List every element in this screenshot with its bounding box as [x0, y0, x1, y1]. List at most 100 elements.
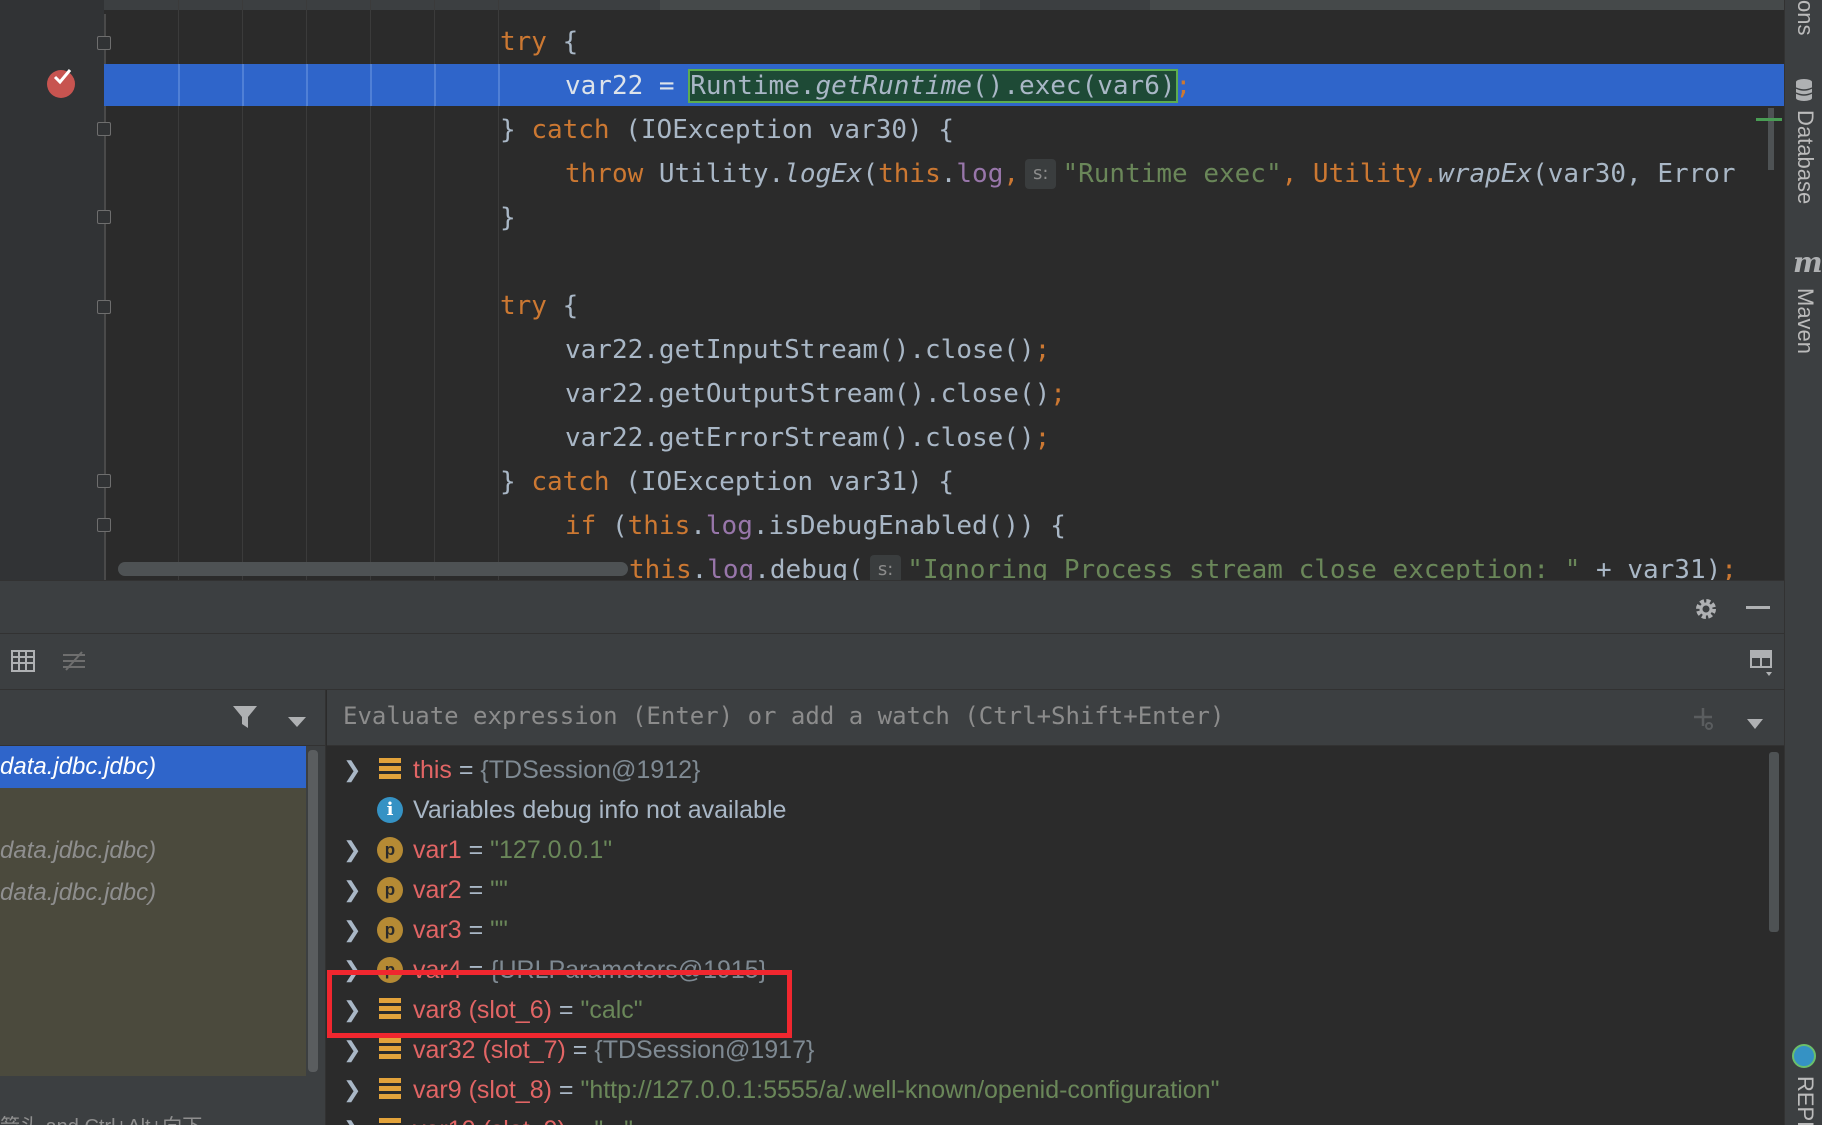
code-text: . — [690, 511, 706, 541]
fold-marker-icon[interactable] — [97, 300, 111, 314]
error-stripe-marker[interactable] — [1756, 118, 1782, 121]
code-text: } — [500, 203, 516, 233]
database-icon[interactable] — [1794, 78, 1814, 102]
frame-item[interactable]: data.jdbc.jdbc) — [0, 830, 306, 872]
code-text: { — [546, 27, 579, 57]
threads-view-icon[interactable] — [60, 648, 88, 674]
frames-scrollbar[interactable] — [306, 746, 322, 1076]
frame-item[interactable]: data.jdbc.jdbc) — [0, 872, 306, 914]
field-icon — [379, 758, 401, 780]
code-line[interactable]: var22.getErrorStream().close(); — [565, 416, 1050, 460]
string-literal: "Runtime exec" — [1062, 159, 1282, 189]
repl-tool-button[interactable]: REPL — [1792, 1076, 1818, 1125]
code-text: ().exec(var6) — [972, 71, 1176, 101]
add-watch-icon[interactable] — [1691, 706, 1715, 730]
field-icon — [379, 1078, 401, 1100]
parameter-icon: p — [377, 917, 403, 943]
variables-scrollbar[interactable] — [1767, 746, 1781, 1125]
equals-sign: = — [461, 876, 491, 904]
fold-marker-icon[interactable] — [97, 210, 111, 224]
expand-chevron-icon[interactable]: ❯ — [343, 830, 361, 870]
variable-value: "" — [490, 876, 508, 904]
database-tool-button[interactable]: Database — [1792, 110, 1818, 204]
code-line[interactable]: if (this.log.isDebugEnabled()) { — [565, 504, 1066, 548]
highlight-annotation-box — [327, 970, 792, 1038]
expand-chevron-icon[interactable]: ❯ — [343, 1110, 361, 1125]
expand-chevron-icon[interactable]: ❯ — [343, 1070, 361, 1110]
chevron-down-icon[interactable] — [288, 712, 306, 727]
variable-name: var1 — [413, 836, 462, 864]
layout-settings-icon[interactable] — [1748, 648, 1774, 678]
debug-toolbar — [0, 634, 1784, 690]
repl-icon[interactable] — [1792, 1044, 1816, 1068]
field-icon — [379, 1118, 401, 1125]
fold-marker-icon[interactable] — [97, 518, 111, 532]
variable-row[interactable]: ❯ p var2 = "" — [327, 870, 1767, 910]
frame-item[interactable]: data.jdbc.jdbc) — [0, 746, 306, 788]
highlight-separator — [242, 64, 244, 106]
variable-row[interactable]: ❯ p var3 = "" — [327, 910, 1767, 950]
code-line[interactable]: var22.getInputStream().close(); — [565, 328, 1050, 372]
fold-marker-icon[interactable] — [97, 474, 111, 488]
variable-value: "http://127.0.0.1:5555/a/.well-known/ope… — [580, 1076, 1220, 1104]
filter-icon[interactable] — [232, 704, 258, 730]
variable-value: "" — [490, 916, 508, 944]
variable-name: var9 (slot_8) — [413, 1076, 552, 1104]
minimize-icon[interactable] — [1746, 606, 1770, 609]
variable-row[interactable]: ❯ var9 (slot_8) = "http://127.0.0.1:5555/… — [327, 1070, 1767, 1110]
field-name: log — [956, 159, 1004, 189]
code-line[interactable]: } catch (IOException var31) { — [500, 460, 954, 504]
scrollbar-thumb[interactable] — [308, 750, 318, 1072]
variable-row[interactable]: i Variables debug info not available — [327, 790, 1767, 830]
semicolon: ; — [1175, 71, 1192, 101]
code-text: } — [500, 467, 532, 497]
code-line[interactable]: var22.getOutputStream().close(); — [565, 372, 1066, 416]
variable-row[interactable]: ❯ var10 (slot_9) = "..." — [327, 1110, 1767, 1125]
code-line[interactable]: try { — [500, 284, 578, 328]
chevron-down-icon[interactable] — [1747, 714, 1763, 729]
variable-name: var10 (slot_9) — [413, 1116, 566, 1125]
code-editor[interactable]: try { var22 = Runtime.getRuntime().exec(… — [0, 0, 1784, 580]
expand-chevron-icon[interactable]: ❯ — [343, 910, 361, 950]
code-line[interactable]: try { — [500, 20, 578, 64]
code-text: { — [546, 291, 579, 321]
highlight-separator — [434, 64, 436, 106]
horizontal-scrollbar[interactable] — [118, 562, 628, 576]
code-line[interactable]: } catch (IOException var30) { — [500, 108, 954, 152]
fold-marker-icon[interactable] — [97, 122, 111, 136]
scrollbar-thumb[interactable] — [1769, 752, 1779, 932]
right-tool-strip: ons Database m Maven REPL — [1784, 0, 1822, 1125]
variable-text: var1 = "127.0.0.1" — [413, 830, 612, 870]
variable-text: var9 (slot_8) = "http://127.0.0.1:5555/a… — [413, 1070, 1219, 1110]
maven-tool-button[interactable]: Maven — [1792, 288, 1818, 354]
parameter-hint: s: — [869, 555, 902, 580]
selected-expression[interactable]: Runtime.getRuntime().exec(var6) — [688, 69, 1178, 103]
table-view-icon[interactable] — [10, 648, 36, 674]
evaluate-expression-input[interactable]: Evaluate expression (Enter) or add a wat… — [327, 690, 1784, 746]
maven-icon[interactable]: m — [1793, 246, 1822, 279]
code-text: ( — [862, 159, 879, 189]
code-line[interactable]: } — [500, 196, 516, 240]
fold-marker-icon[interactable] — [97, 36, 111, 50]
code-line-current[interactable]: var22 = Runtime.getRuntime().exec(var6); — [565, 64, 1191, 108]
expand-chevron-icon[interactable]: ❯ — [343, 750, 361, 790]
editor-top-strip — [0, 0, 1784, 10]
code-line[interactable]: this.log.debug(s: "Ignoring Process strea… — [629, 548, 1737, 580]
keyword: if — [565, 511, 597, 541]
variable-value: "..." — [594, 1116, 633, 1125]
evaluate-placeholder: Evaluate expression (Enter) or add a wat… — [343, 702, 1225, 730]
semicolon: ; — [1034, 335, 1051, 365]
variable-row[interactable]: ❯ this = {TDSession@1912} — [327, 750, 1767, 790]
tool-window-label[interactable]: ons — [1792, 0, 1818, 35]
frames-header — [0, 690, 326, 746]
highlight-separator — [498, 64, 500, 106]
code-text: (IOException var30) { — [609, 115, 954, 145]
expand-chevron-icon[interactable]: ❯ — [343, 870, 361, 910]
highlight-separator — [306, 64, 308, 106]
variable-row[interactable]: ❯ p var1 = "127.0.0.1" — [327, 830, 1767, 870]
gear-icon[interactable] — [1692, 595, 1720, 623]
breakpoint-icon[interactable] — [47, 69, 75, 98]
code-text: var22.getErrorStream().close() — [565, 423, 1035, 453]
code-line[interactable]: throw Utility.logEx(this.log, s: "Runtime … — [565, 152, 1736, 196]
code-text: + var31) — [1580, 555, 1722, 580]
